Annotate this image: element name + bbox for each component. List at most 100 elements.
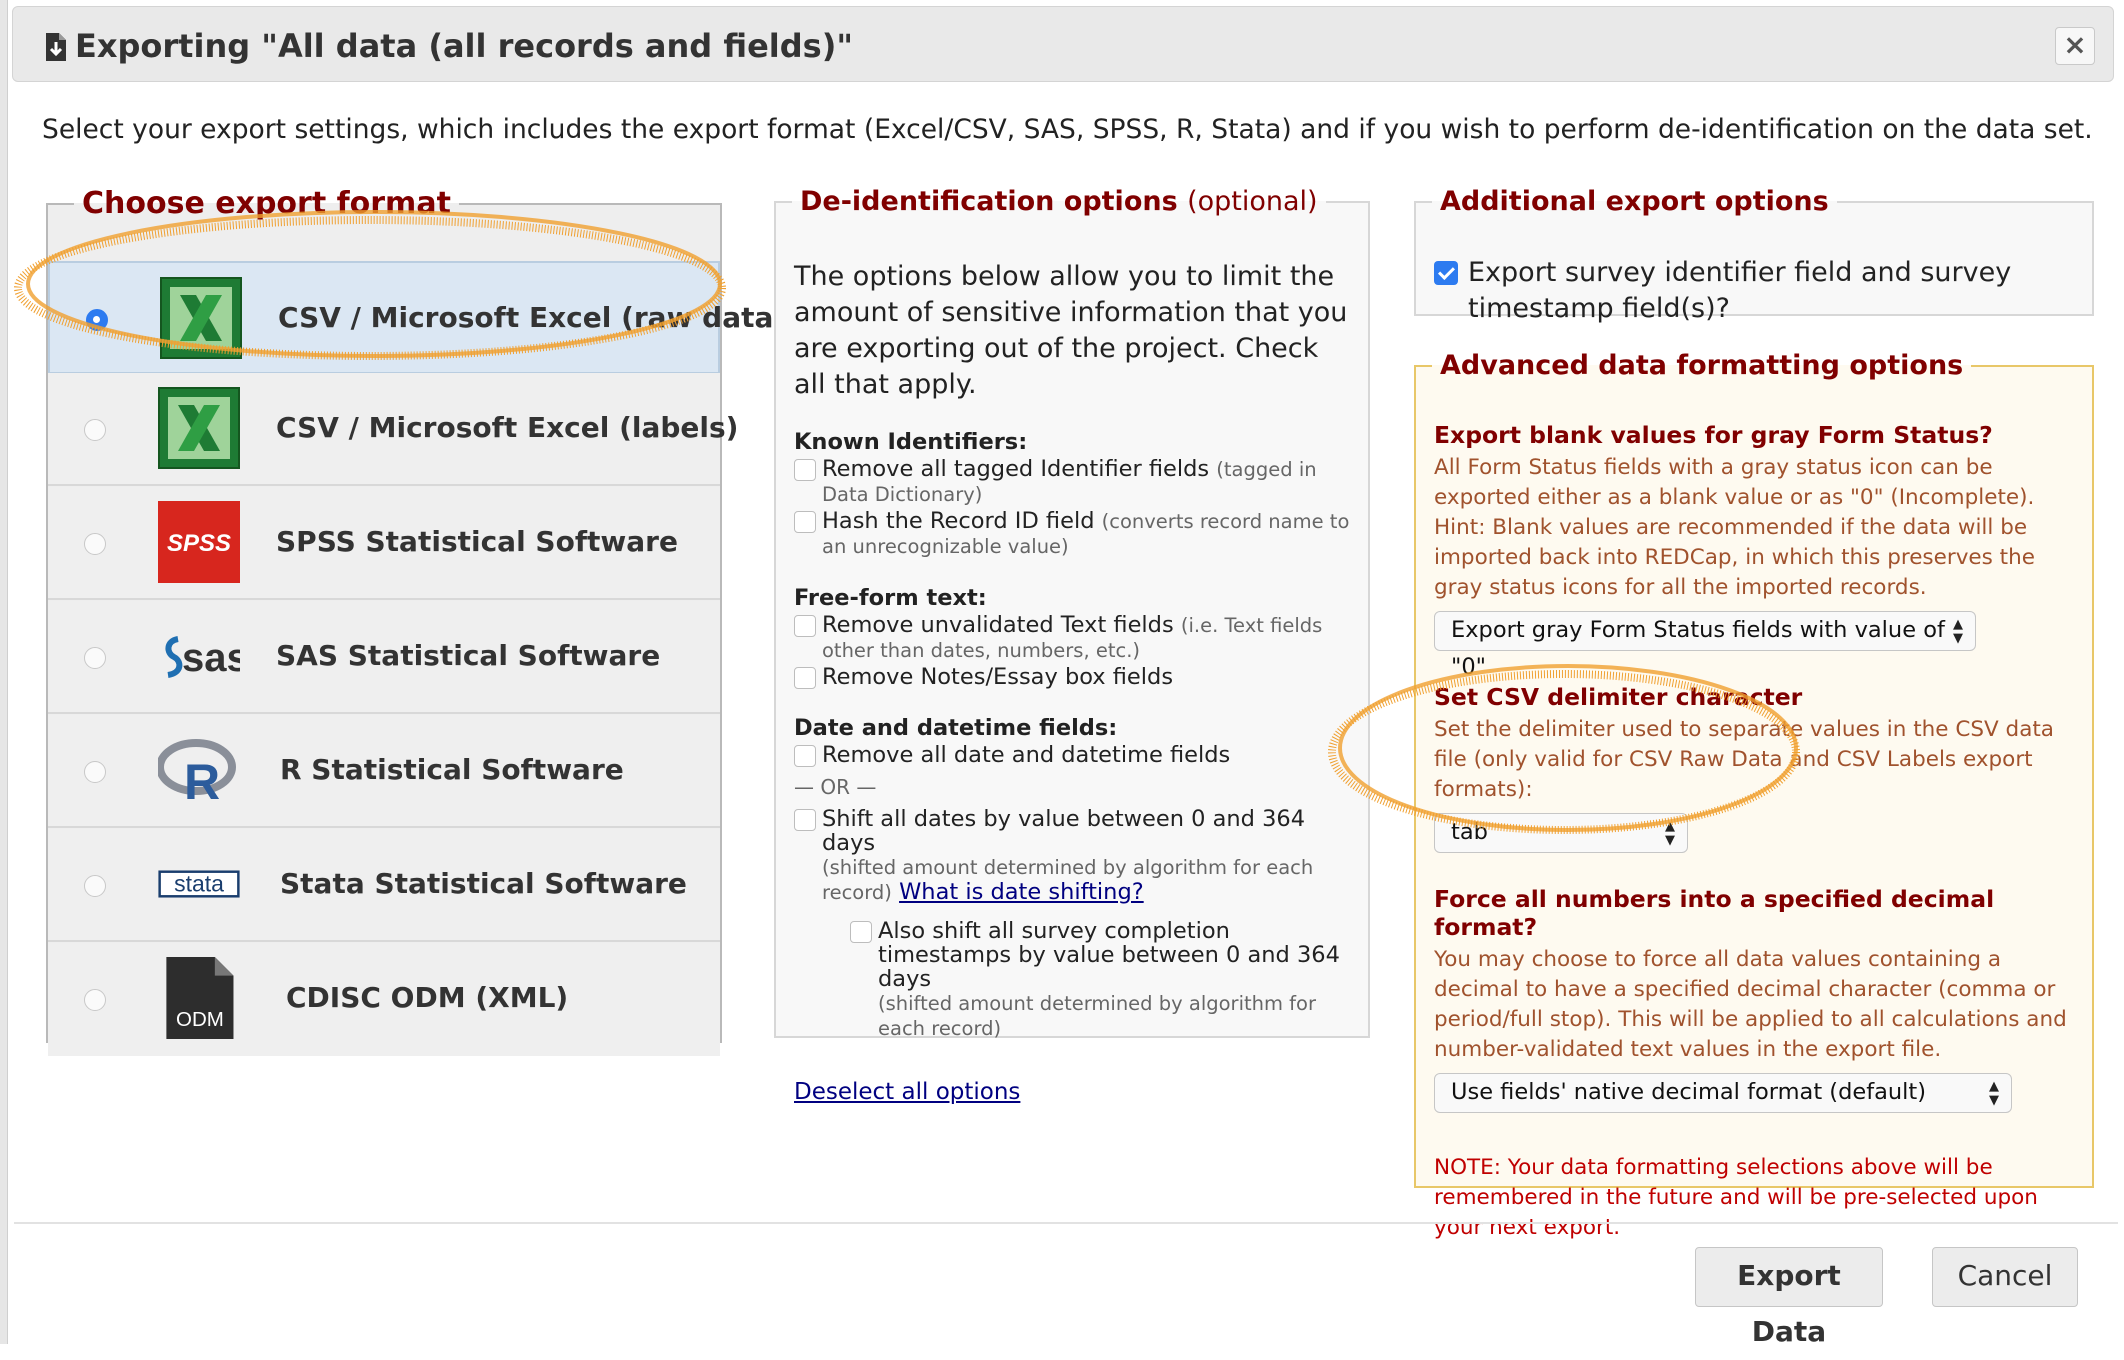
format-label: CSV / Microsoft Excel (labels) <box>276 411 739 444</box>
format-radio[interactable] <box>84 875 106 897</box>
shift-dates-checkbox[interactable] <box>794 809 816 831</box>
advanced-formatting-legend: Advanced data formatting options <box>1440 350 1964 381</box>
export-data-button[interactable]: Export Data <box>1695 1247 1883 1348</box>
close-button[interactable]: × <box>2055 27 2095 65</box>
hash-record-id-label: Hash the Record ID field <box>822 508 1095 534</box>
format-radio[interactable] <box>84 989 106 1011</box>
stata-icon: stata <box>158 870 240 898</box>
decimal-format-select-value: Use fields' native decimal format (defau… <box>1451 1079 1927 1105</box>
excel-icon <box>158 387 240 469</box>
format-label: SAS Statistical Software <box>276 639 661 672</box>
remove-text-fields-label: Remove unvalidated Text fields <box>822 612 1174 638</box>
export-format-legend: Choose export format <box>82 186 451 221</box>
select-arrows-icon: ▲ ▼ <box>1989 1079 1999 1108</box>
or-divider: — OR — <box>794 775 877 799</box>
select-arrows-icon: ▲ ▼ <box>1953 617 1963 646</box>
date-shifting-help-link[interactable]: What is date shifting? <box>899 879 1144 905</box>
survey-fields-label: Export survey identifier field and surve… <box>1468 257 2012 324</box>
hash-record-id-option[interactable]: Hash the Record ID field (converts recor… <box>794 509 1354 559</box>
deselect-all-link[interactable]: Deselect all options <box>794 1079 1020 1105</box>
formatting-note: NOTE: Your data formatting selections ab… <box>1434 1155 2038 1240</box>
decimal-format-description: You may choose to force all data values … <box>1434 947 2067 1062</box>
survey-fields-option[interactable]: Export survey identifier field and surve… <box>1434 255 2074 327</box>
shift-survey-timestamps-note: (shifted amount determined by algorithm … <box>878 992 1316 1040</box>
format-label: CDISC ODM (XML) <box>286 981 569 1014</box>
remove-tagged-identifiers-label: Remove all tagged Identifier fields <box>822 456 1210 482</box>
format-label: CSV / Microsoft Excel (raw data) <box>278 301 787 334</box>
intro-text: Select your export settings, which inclu… <box>42 114 2093 145</box>
hash-record-id-checkbox[interactable] <box>794 511 816 533</box>
shift-survey-timestamps-label: Also shift all survey completion timesta… <box>878 918 1340 992</box>
deidentification-legend: De-identification options (optional) <box>792 186 1326 217</box>
blank-values-select-value: Export gray Form Status fields with valu… <box>1451 617 1945 680</box>
remove-dates-option[interactable]: Remove all date and datetime fields <box>794 743 1354 767</box>
format-label: SPSS Statistical Software <box>276 525 678 558</box>
csv-delimiter-title: Set CSV delimiter character <box>1434 683 1803 711</box>
format-option-sas[interactable]: sas SAS Statistical Software <box>48 601 720 714</box>
decimal-format-title: Force all numbers into a specified decim… <box>1434 885 1995 941</box>
format-label: Stata Statistical Software <box>280 867 687 900</box>
csv-delimiter-select[interactable]: tab ▲ ▼ <box>1434 813 1688 853</box>
additional-options-legend: Additional export options <box>1440 186 1829 217</box>
free-form-text-title: Free-form text: <box>794 585 987 611</box>
date-fields-title: Date and datetime fields: <box>794 715 1118 741</box>
r-icon: R <box>158 739 236 810</box>
export-format-panel: Choose export format CSV / Microsoft Exc… <box>46 186 786 1056</box>
format-option-odm[interactable]: ODM CDISC ODM (XML) <box>48 943 720 1056</box>
sas-icon: sas <box>165 636 240 680</box>
background-page-edge <box>0 0 8 1344</box>
remove-tagged-identifiers-checkbox[interactable] <box>794 459 816 481</box>
shift-dates-label: Shift all dates by value between 0 and 3… <box>822 806 1306 856</box>
format-option-stata[interactable]: stata Stata Statistical Software <box>48 829 720 942</box>
format-radio[interactable] <box>84 533 106 555</box>
shift-survey-timestamps-checkbox[interactable] <box>850 921 872 943</box>
svg-text:ODM: ODM <box>176 1008 224 1031</box>
remove-tagged-identifiers-option[interactable]: Remove all tagged Identifier fields (tag… <box>794 457 1354 507</box>
format-option-spss[interactable]: SPSS SPSS Statistical Software <box>48 487 720 600</box>
format-label: R Statistical Software <box>280 753 624 786</box>
known-identifiers-title: Known Identifiers: <box>794 429 1028 455</box>
decimal-format-select[interactable]: Use fields' native decimal format (defau… <box>1434 1073 2012 1113</box>
format-radio[interactable] <box>84 419 106 441</box>
dialog-titlebar: Exporting "All data (all records and fie… <box>12 6 2114 82</box>
blank-values-title: Export blank values for gray Form Status… <box>1434 421 1993 449</box>
survey-fields-checkbox[interactable] <box>1434 261 1458 285</box>
svg-text:R: R <box>184 754 220 810</box>
blank-values-description: All Form Status fields with a gray statu… <box>1434 455 2035 600</box>
format-option-r[interactable]: R R Statistical Software <box>48 715 720 828</box>
remove-dates-label: Remove all date and datetime fields <box>822 742 1231 768</box>
svg-text:sas: sas <box>182 636 240 680</box>
advanced-formatting-panel: Advanced data formatting options Export … <box>1414 350 2094 1240</box>
remove-text-fields-option[interactable]: Remove unvalidated Text fields (i.e. Tex… <box>794 613 1354 663</box>
shift-dates-option[interactable]: Shift all dates by value between 0 and 3… <box>794 807 1354 905</box>
odm-file-icon: ODM <box>166 957 234 1039</box>
csv-delimiter-select-value: tab <box>1451 819 1488 845</box>
excel-icon <box>160 277 242 359</box>
format-radio[interactable] <box>86 309 108 331</box>
deidentification-panel: De-identification options (optional) The… <box>774 186 1370 1105</box>
format-option-csv-raw[interactable]: CSV / Microsoft Excel (raw data) <box>48 261 786 374</box>
spss-icon: SPSS <box>158 501 240 583</box>
svg-text:SPSS: SPSS <box>167 530 231 557</box>
remove-notes-label: Remove Notes/Essay box fields <box>822 664 1174 690</box>
shift-survey-timestamps-option[interactable]: Also shift all survey completion timesta… <box>850 919 1354 1041</box>
svg-text:stata: stata <box>174 870 224 896</box>
format-option-csv-labels[interactable]: CSV / Microsoft Excel (labels) <box>48 373 738 486</box>
footer-divider <box>14 1222 2118 1224</box>
deidentification-legend-optional: (optional) <box>1187 186 1318 217</box>
file-export-icon <box>46 33 66 61</box>
blank-values-select[interactable]: Export gray Form Status fields with valu… <box>1434 611 1976 680</box>
remove-text-fields-checkbox[interactable] <box>794 615 816 637</box>
additional-options-panel: Additional export options Export survey … <box>1414 186 2094 324</box>
dialog-title: Exporting "All data (all records and fie… <box>75 27 853 65</box>
format-radio[interactable] <box>84 761 106 783</box>
export-dialog: Exporting "All data (all records and fie… <box>8 0 2124 1348</box>
format-radio[interactable] <box>84 647 106 669</box>
remove-dates-checkbox[interactable] <box>794 745 816 767</box>
remove-notes-checkbox[interactable] <box>794 667 816 689</box>
deidentification-legend-title: De-identification options <box>800 186 1178 217</box>
remove-notes-option[interactable]: Remove Notes/Essay box fields <box>794 665 1354 689</box>
cancel-button[interactable]: Cancel <box>1932 1247 2078 1307</box>
csv-delimiter-description: Set the delimiter used to separate value… <box>1434 717 2054 802</box>
deidentification-description: The options below allow you to limit the… <box>794 261 1348 400</box>
